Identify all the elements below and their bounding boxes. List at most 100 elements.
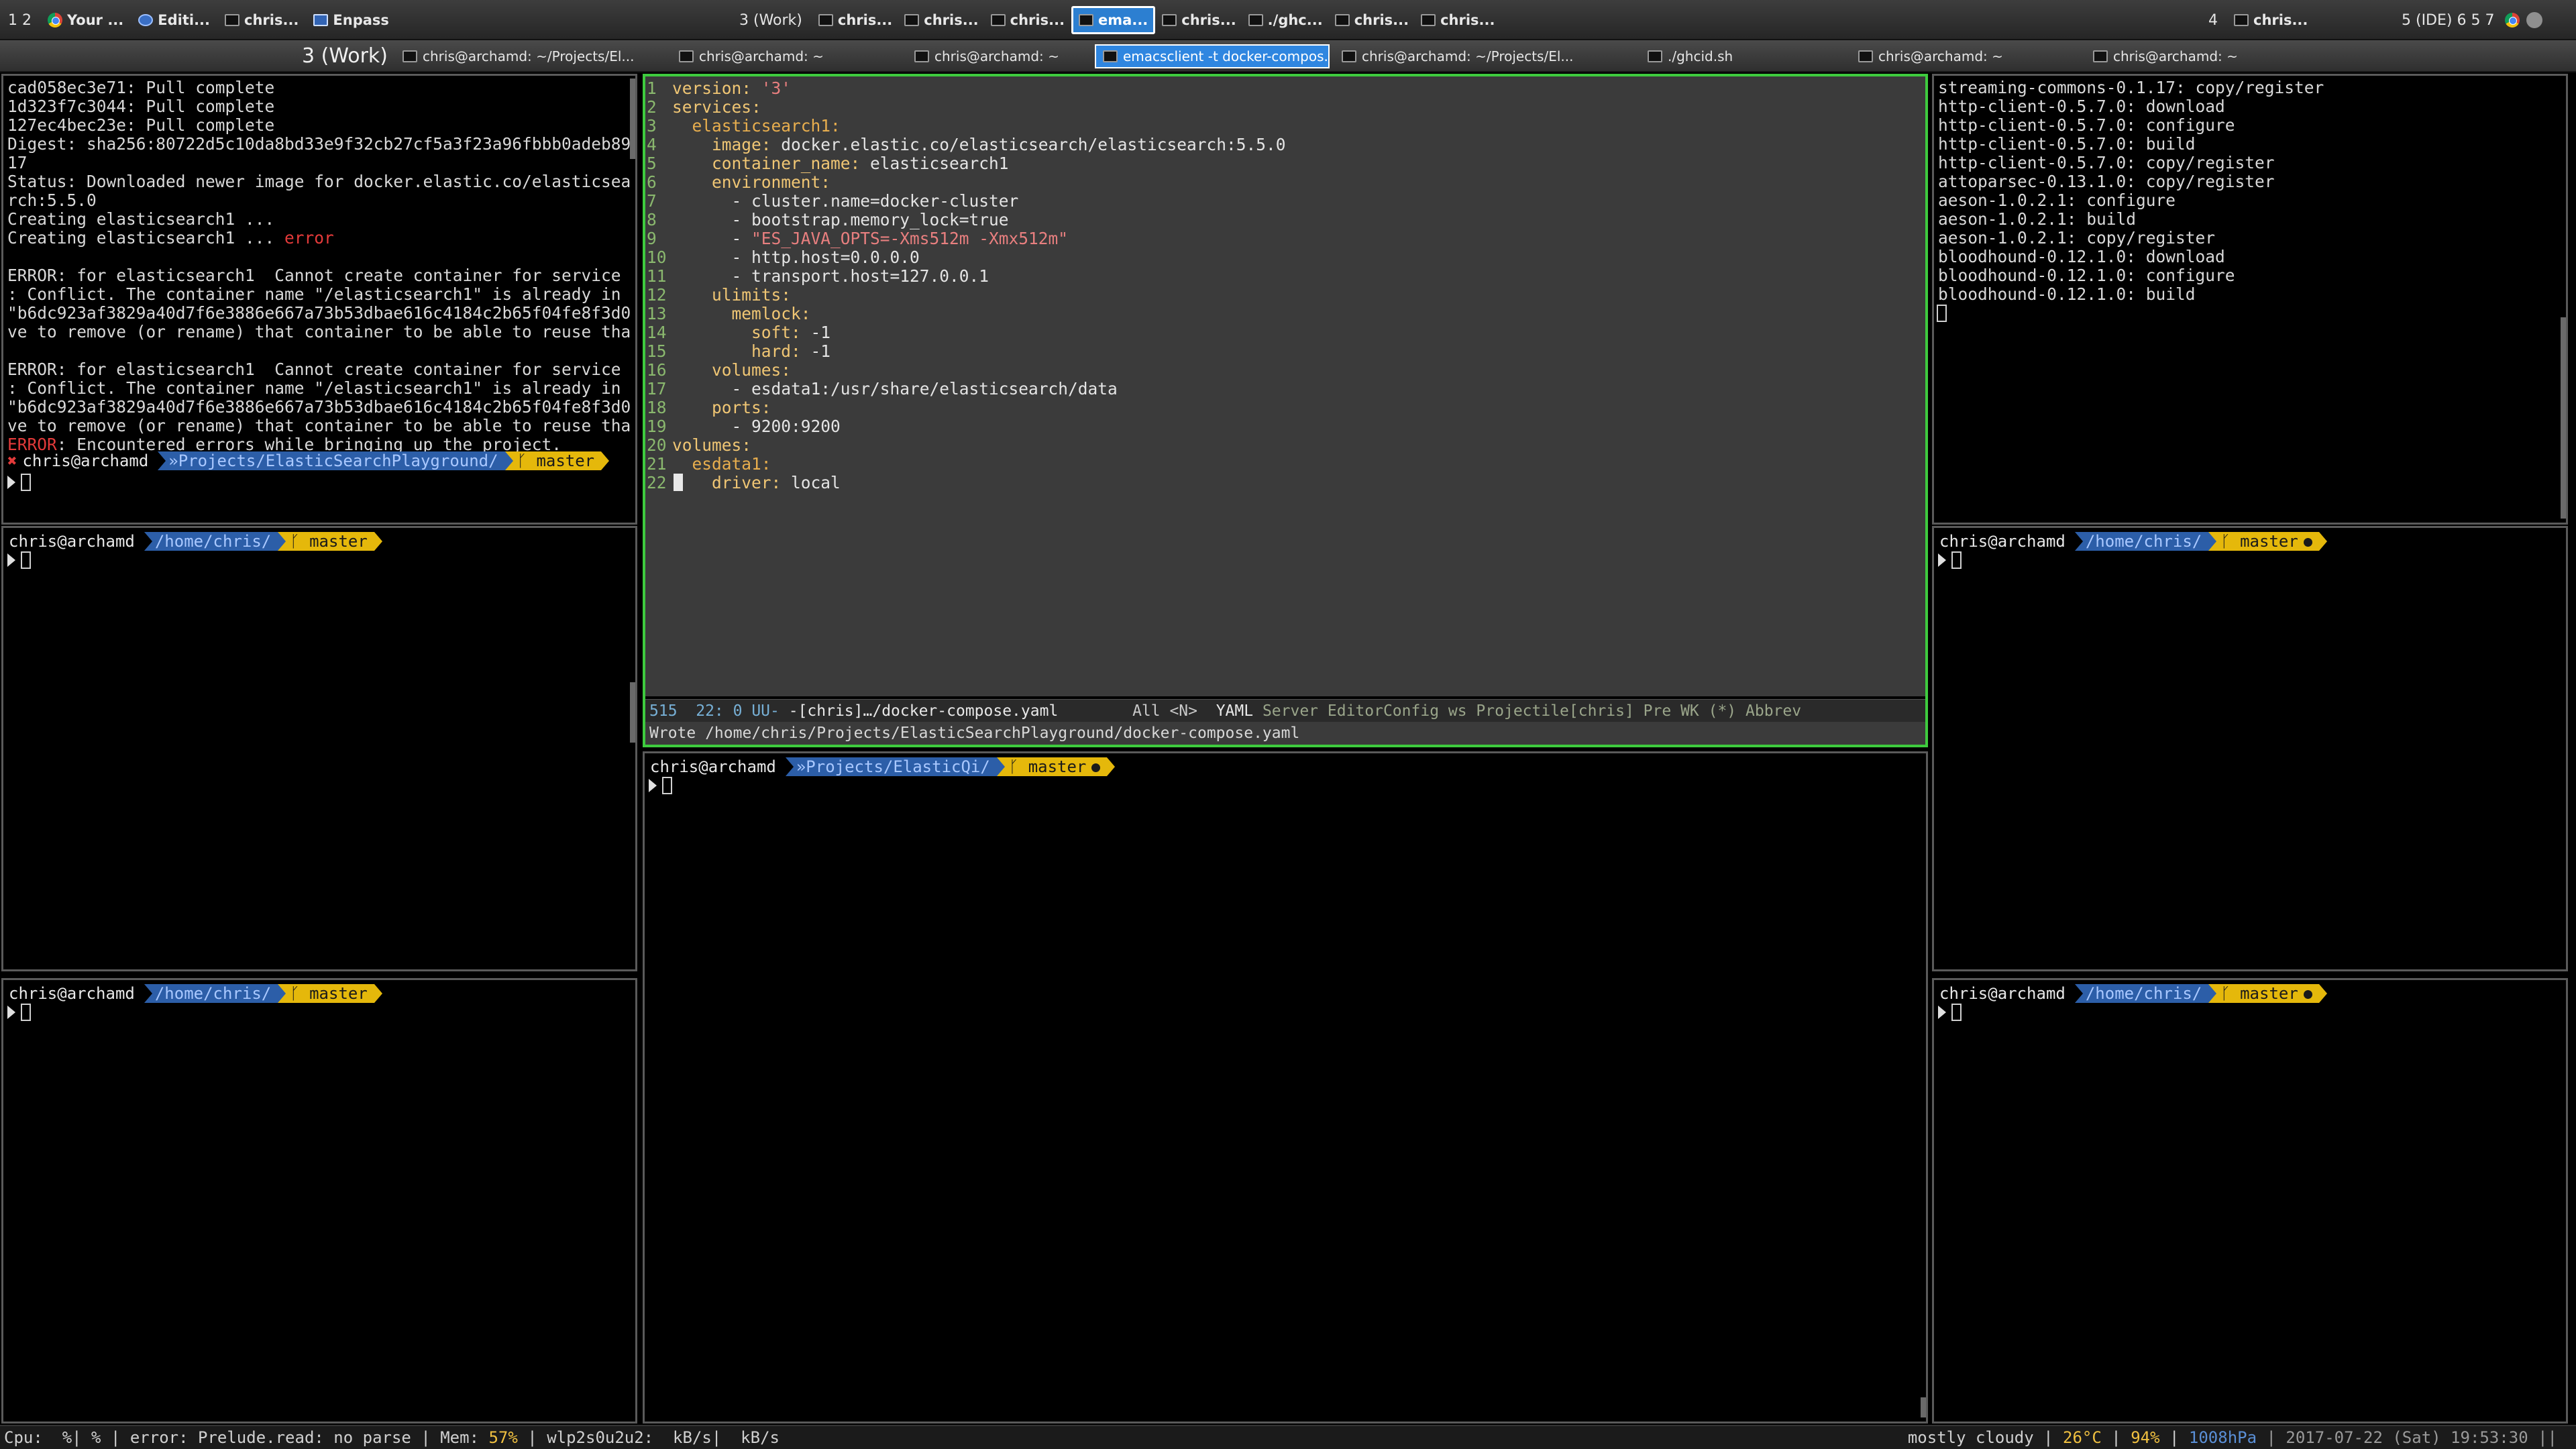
input-line[interactable] bbox=[1938, 1003, 1962, 1022]
prompt-arrow-icon bbox=[7, 1006, 15, 1019]
input-line[interactable] bbox=[1937, 304, 1947, 323]
window-tab[interactable]: chris@archamd: ~ bbox=[1851, 44, 2073, 68]
scrollbar[interactable] bbox=[630, 78, 635, 159]
prompt-path: /home/chris/ bbox=[144, 532, 278, 551]
prompt-arrow-icon bbox=[7, 476, 15, 489]
output-line: rch:5.5.0 bbox=[7, 191, 97, 210]
workspace-label-work[interactable]: 3 (Work) bbox=[735, 12, 806, 29]
line-number: 10 bbox=[647, 248, 667, 267]
workspace-switcher-left[interactable]: 1 2 bbox=[4, 12, 36, 29]
right-workspace-group: 5 (IDE) 6 5 7 bbox=[2398, 0, 2543, 40]
output-line: Status: Downloaded newer image for docke… bbox=[7, 172, 631, 191]
output-line: ERROR: for elasticsearch1 Cannot create … bbox=[7, 360, 631, 379]
workspace-switcher-right[interactable]: 5 (IDE) 6 5 7 bbox=[2398, 12, 2498, 29]
line-number: 21 bbox=[647, 454, 667, 474]
terminal-icon bbox=[818, 14, 833, 26]
terminal-icon bbox=[402, 50, 417, 62]
terminal-icon bbox=[1248, 14, 1263, 26]
volume-tray-icon[interactable] bbox=[2526, 12, 2543, 28]
temperature: 26°C bbox=[2063, 1428, 2102, 1447]
error-word: error bbox=[284, 229, 334, 248]
tab-label: chris@archamd: ~ bbox=[2113, 48, 2238, 64]
task-label: chris... bbox=[1354, 12, 1409, 28]
output-line: ve to remove (or rename) that container … bbox=[7, 417, 631, 435]
terminal-pane-stack-build[interactable]: streaming-commons-0.1.17: copy/register h… bbox=[1932, 74, 2568, 525]
terminal-icon bbox=[225, 14, 240, 26]
cursor bbox=[1937, 305, 1947, 322]
input-line[interactable] bbox=[7, 473, 31, 492]
terminal-output: streaming-commons-0.1.17: copy/register h… bbox=[1934, 76, 2566, 307]
task-button[interactable]: Your ... bbox=[42, 8, 129, 32]
input-line[interactable] bbox=[7, 1003, 31, 1022]
line-number: 12 bbox=[647, 285, 667, 305]
window-tab[interactable]: chris@archamd: ~/Projects/El... bbox=[1335, 44, 1603, 68]
task-button[interactable]: chris... bbox=[1330, 6, 1414, 34]
yaml-buffer[interactable]: 1 version: '3' 2 services: 3 elasticsearch1:… bbox=[645, 76, 1925, 696]
window-tab[interactable]: chris@archamd: ~ bbox=[2086, 44, 2308, 68]
task-button[interactable]: chris... bbox=[1415, 6, 1500, 34]
task-button[interactable]: chris... bbox=[899, 6, 983, 34]
scrollbar[interactable] bbox=[2561, 317, 2566, 519]
terminal-pane-docker[interactable]: cad058ec3e71: Pull complete 1d323f7c3044:… bbox=[1, 74, 637, 525]
prompt-user: chris@archamd bbox=[9, 984, 135, 1003]
tab-label: chris@archamd: ~ bbox=[1878, 48, 2003, 64]
input-line[interactable] bbox=[1938, 551, 1962, 570]
terminal-pane-elasticqi[interactable]: chris@archamd »Projects/ElasticQi/ ᚴ mas… bbox=[643, 751, 1928, 1424]
task-button[interactable]: ./ghc... bbox=[1243, 6, 1328, 34]
emacs-editor-pane[interactable]: 1 version: '3' 2 services: 3 elasticsearch1:… bbox=[643, 74, 1928, 747]
code-line: 7 - cluster.name=docker-cluster bbox=[647, 191, 1019, 211]
output-line: : Conflict. The container name "/elastic… bbox=[7, 379, 631, 398]
pressure: 1008hPa bbox=[2188, 1428, 2257, 1447]
task-button[interactable]: chris... bbox=[219, 8, 304, 32]
input-line[interactable] bbox=[649, 776, 672, 795]
code-line: 9 - "ES_JAVA_OPTS=-Xms512m -Xmx512m" bbox=[647, 229, 1069, 248]
task-label: chris... bbox=[244, 12, 299, 28]
line-number: 13 bbox=[647, 304, 667, 323]
mem-value: 57% bbox=[488, 1428, 518, 1447]
window-tab[interactable]: chris@archamd: ~/Projects/El... bbox=[396, 44, 644, 68]
task-button[interactable]: chris... bbox=[2229, 8, 2313, 32]
code-line: 19 - 9200:9200 bbox=[647, 417, 841, 436]
task-button[interactable]: ema... bbox=[1071, 6, 1156, 34]
line-number: 14 bbox=[647, 323, 667, 342]
line-number: 18 bbox=[647, 398, 667, 417]
code-line: 17 - esdata1:/usr/share/elasticsearch/da… bbox=[647, 379, 1118, 398]
task-label: Editi... bbox=[158, 12, 211, 28]
window-tab[interactable]: emacsclient -t docker-compos... bbox=[1095, 44, 1330, 68]
code-line: 3 elasticsearch1: bbox=[647, 116, 841, 136]
code-line: 2 services: bbox=[647, 97, 761, 117]
input-line[interactable] bbox=[7, 551, 31, 570]
tab-label: ./ghcid.sh bbox=[1668, 48, 1733, 64]
scrollbar[interactable] bbox=[1921, 1397, 1926, 1417]
terminal-icon bbox=[904, 14, 920, 26]
output-line: ERROR: for elasticsearch1 Cannot create … bbox=[7, 266, 631, 285]
output-line: bloodhound-0.12.1.0: build bbox=[1938, 285, 2196, 304]
terminal-icon bbox=[679, 50, 694, 62]
window-tab[interactable]: chris@archamd: ~ bbox=[908, 44, 1102, 68]
terminal-icon bbox=[1103, 50, 1118, 62]
task-button[interactable]: Enpass bbox=[308, 8, 394, 32]
terminal-pane-home-3[interactable]: chris@archamd /home/chris/ ᚴ master bbox=[1932, 526, 2568, 971]
terminal-pane-home-1[interactable]: chris@archamd /home/chris/ ᚴ master bbox=[1, 526, 637, 971]
workspace-label-4[interactable]: 4 bbox=[2204, 12, 2222, 29]
chrome-tray-icon[interactable] bbox=[2505, 13, 2520, 28]
terminal-pane-home-2[interactable]: chris@archamd /home/chris/ ᚴ master bbox=[1, 978, 637, 1424]
terminal-pane-home-4[interactable]: chris@archamd /home/chris/ ᚴ master bbox=[1932, 978, 2568, 1424]
line-number: 8 bbox=[647, 210, 657, 229]
window-tab[interactable]: ./ghcid.sh bbox=[1641, 44, 1775, 68]
task-button[interactable]: chris... bbox=[813, 6, 898, 34]
emacs-echo-area: Wrote /home/chris/Projects/ElasticSearch… bbox=[645, 722, 1925, 745]
task-button[interactable]: chris... bbox=[1157, 6, 1241, 34]
task-label: chris... bbox=[924, 12, 979, 28]
chrome-icon bbox=[48, 13, 62, 28]
prompt-git-branch: ᚴ master bbox=[2208, 984, 2327, 1003]
output-line: 17 bbox=[7, 154, 28, 172]
code-line: 5 container_name: elasticsearch1 bbox=[647, 154, 1009, 173]
prompt-path: /home/chris/ bbox=[2074, 532, 2209, 551]
code-line: 22 driver: local bbox=[647, 473, 841, 492]
task-button[interactable]: chris... bbox=[985, 6, 1070, 34]
center-workspace-group: 3 (Work) chris... chris... chris... ema... c… bbox=[735, 0, 1500, 40]
window-tab[interactable]: chris@archamd: ~ bbox=[672, 44, 894, 68]
scrollbar[interactable] bbox=[630, 682, 635, 743]
task-button[interactable]: Editi... bbox=[133, 8, 215, 32]
